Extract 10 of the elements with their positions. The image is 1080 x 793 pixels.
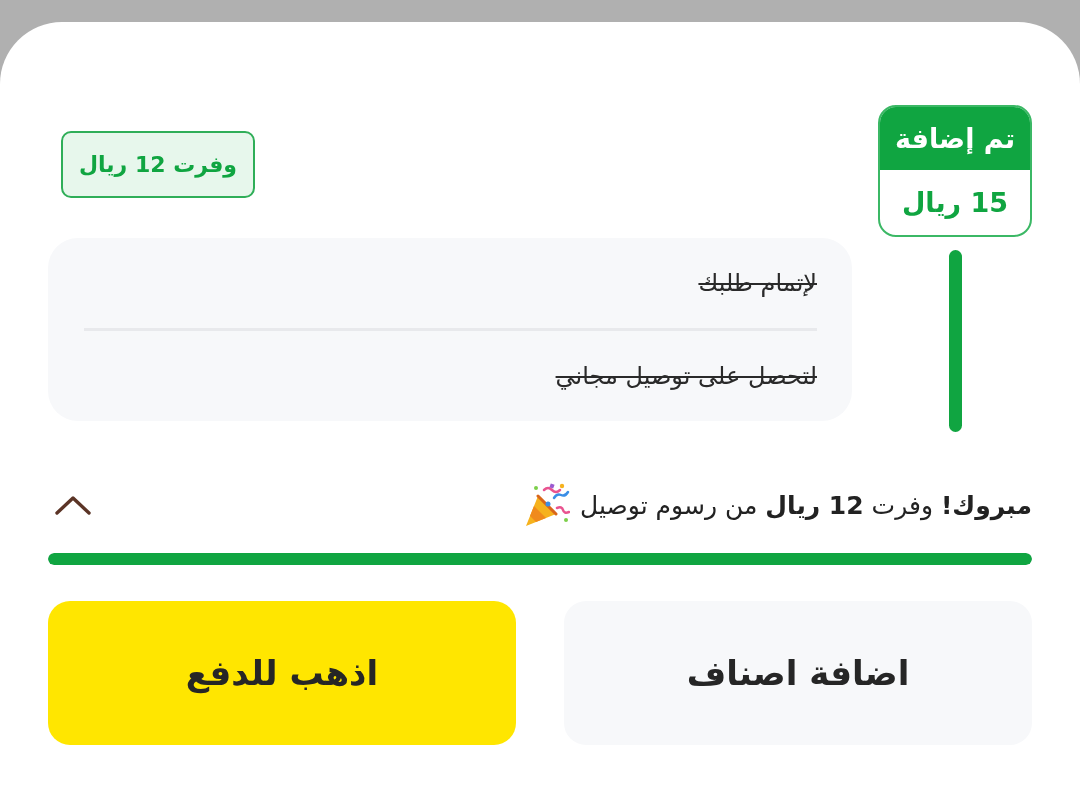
chevron-up-icon[interactable]: [55, 495, 91, 515]
savings-badge: وفرت 12 ريال: [61, 131, 255, 198]
congrats-message: مبروك! وفرت 12 ريال من رسوم توصيل: [580, 490, 1032, 520]
add-items-button[interactable]: اضافة اصناف: [564, 601, 1032, 745]
milestone-amount: 15 ريال: [900, 186, 1010, 221]
party-popper-icon: [524, 482, 571, 528]
milestone-status: تم إضافة: [880, 107, 1030, 170]
condition-text: لتحصل على توصيل مجاني: [555, 362, 817, 390]
checkout-button[interactable]: اذهب للدفع: [48, 601, 516, 745]
condition-text: لإتمام طلبك: [698, 269, 817, 297]
